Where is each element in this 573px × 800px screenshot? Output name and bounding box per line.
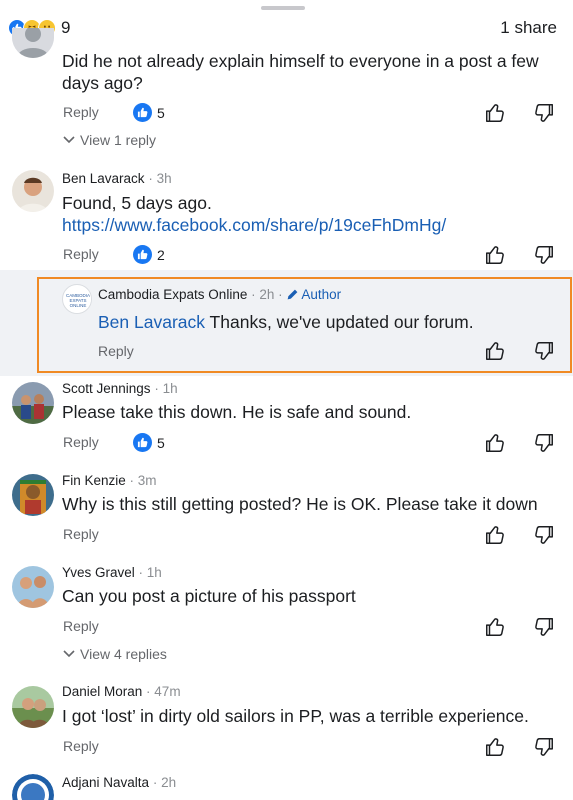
thumbs-down-icon[interactable] [533, 432, 555, 454]
chevron-down-icon [63, 136, 75, 144]
thumbs-down-icon[interactable] [533, 736, 555, 758]
author-name[interactable]: Yves Gravel [62, 565, 135, 580]
comment-text: days ago? [62, 73, 143, 93]
comment: Scott Jennings · 1h Please take this dow… [0, 378, 573, 466]
avatar[interactable] [12, 28, 54, 58]
comment: Yves Gravel · 1h Can you post a picture … [0, 562, 573, 678]
reaction-count: 9 [61, 18, 71, 37]
thumbs-up-icon[interactable] [484, 340, 506, 362]
reply-button[interactable]: Reply [63, 434, 99, 450]
like-count: 5 [157, 104, 165, 121]
view-replies-button[interactable]: View 4 replies [63, 646, 167, 662]
comment-time: 47m [154, 684, 181, 699]
reply-button[interactable]: Reply [63, 246, 99, 262]
comment-author[interactable]: Fin Kenzie · 3m [62, 473, 157, 488]
author-name[interactable]: Scott Jennings [62, 381, 151, 396]
mention-link[interactable]: Ben Lavarack [98, 312, 205, 332]
comment-time: 1h [162, 381, 178, 396]
comment-text: Found, 5 days ago. [62, 193, 212, 213]
view-replies-label: View 1 reply [80, 132, 157, 148]
comment-text: Can you post a picture of his passport [62, 586, 356, 606]
comment-text: Why is this still getting posted? He is … [62, 494, 538, 514]
reply-button[interactable]: Reply [63, 738, 99, 754]
reply-button[interactable]: Reply [63, 104, 99, 120]
thumbs-down-icon[interactable] [533, 616, 555, 638]
comment-author[interactable]: Daniel Moran · 47m [62, 684, 181, 699]
thumbs-down-icon[interactable] [533, 244, 555, 266]
reply-button[interactable]: Reply [63, 618, 99, 634]
author-name[interactable]: Cambodia Expats Online [98, 287, 247, 302]
thumbs-down-icon[interactable] [533, 340, 555, 362]
thumbs-down-icon[interactable] [533, 102, 555, 124]
thumbs-up-icon[interactable] [484, 736, 506, 758]
comment-author[interactable]: Scott Jennings · 1h [62, 381, 178, 396]
author-name[interactable]: Fin Kenzie [62, 473, 126, 488]
comment-time: 2h [161, 775, 177, 790]
author-name[interactable]: Adjani Navalta [62, 775, 149, 790]
comment-link[interactable]: https://www.facebook.com/share/p/19ceFhD… [62, 214, 446, 236]
comment-like-count: 5 [133, 433, 165, 452]
comment-text: Ben Lavarack Thanks, we've updated our f… [98, 311, 474, 333]
page-logo[interactable]: CAMBODIA EXPATS ONLINE [62, 284, 92, 314]
comment-author[interactable]: Ben Lavarack · 3h [62, 171, 172, 186]
view-replies-label: View 4 replies [80, 646, 167, 662]
comment-like-count: 5 [133, 103, 165, 122]
comment-author[interactable]: Yves Gravel · 1h [62, 565, 162, 580]
avatar[interactable] [12, 474, 54, 516]
comment-text: I got ‘lost’ in dirty old sailors in PP,… [62, 706, 529, 726]
comment-text: Did he not already explain himself to ev… [62, 51, 539, 71]
chevron-down-icon [63, 650, 75, 658]
author-badge-label: Author [301, 287, 342, 302]
thumbs-up-icon[interactable] [484, 524, 506, 546]
thumbs-down-icon[interactable] [533, 524, 555, 546]
avatar[interactable] [12, 774, 54, 800]
author-name[interactable]: Ben Lavarack [62, 171, 145, 186]
view-replies-button[interactable]: View 1 reply [63, 132, 156, 148]
comment-time: 3h [156, 171, 172, 186]
author-reply: CAMBODIA EXPATS ONLINE Cambodia Expats Onl… [0, 282, 573, 372]
comment-time: 2h [259, 287, 275, 302]
thumbs-up-icon[interactable] [484, 244, 506, 266]
like-count: 5 [157, 434, 165, 451]
comment-author[interactable]: Adjani Navalta · 2h [62, 775, 176, 790]
like-badge-icon [133, 245, 152, 264]
author-name[interactable]: Daniel Moran [62, 684, 142, 699]
comment: Fin Kenzie · 3m Why is this still gettin… [0, 470, 573, 558]
comment-author[interactable]: Cambodia Expats Online · 2h · Author [98, 287, 341, 302]
comment-like-count: 2 [133, 245, 165, 264]
thumbs-up-icon[interactable] [484, 616, 506, 638]
comment-text: Please take this down. He is safe and so… [62, 402, 412, 422]
avatar[interactable] [12, 382, 54, 424]
avatar[interactable] [12, 686, 54, 728]
like-badge-icon [133, 433, 152, 452]
sheet-drag-handle[interactable] [261, 6, 305, 10]
comment-time: 3m [137, 473, 157, 488]
reply-button[interactable]: Reply [98, 343, 134, 359]
svg-text:ONLINE: ONLINE [70, 303, 87, 308]
comment-time: 1h [146, 565, 162, 580]
comment: Ben Lavarack · 3h Found, 5 days ago. htt… [0, 166, 573, 270]
like-badge-icon [133, 103, 152, 122]
thumbs-up-icon[interactable] [484, 102, 506, 124]
avatar[interactable] [12, 170, 54, 212]
share-count[interactable]: 1 share [500, 18, 557, 38]
like-count: 2 [157, 246, 165, 263]
comment-body: Thanks, we've updated our forum. [205, 312, 474, 332]
avatar[interactable] [12, 566, 54, 608]
author-badge: Author [286, 287, 341, 302]
comment: Did he not already explain himself to ev… [0, 28, 573, 160]
reply-button[interactable]: Reply [63, 526, 99, 542]
comment: Adjani Navalta · 2h [0, 772, 573, 800]
pencil-icon [288, 289, 298, 300]
thumbs-up-icon[interactable] [484, 432, 506, 454]
comment: Daniel Moran · 47m I got ‘lost’ in dirty… [0, 682, 573, 770]
